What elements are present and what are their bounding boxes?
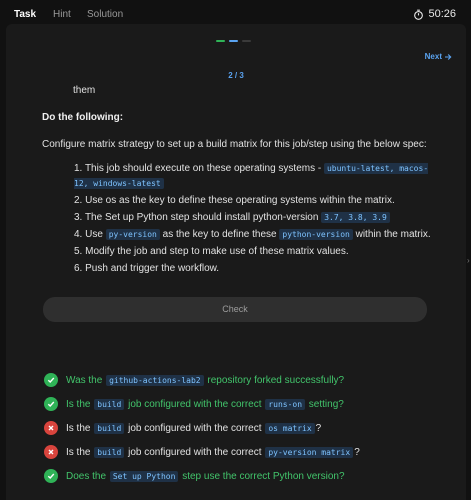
step-number: 4. [74, 229, 83, 240]
result-text: Does the Set up Python step use the corr… [66, 470, 345, 482]
result-row: Is the build job configured with the cor… [44, 392, 454, 416]
status-icon [44, 421, 58, 435]
step-text: Modify the job and step to make use of t… [85, 246, 349, 257]
tab-solution[interactable]: Solution [87, 9, 123, 20]
code-snippet: Set up Python [109, 470, 179, 482]
steps-list: 1. This job should execute on these oper… [74, 161, 442, 276]
result-row: Is the build job configured with the cor… [44, 416, 454, 440]
intro-text: Configure matrix strategy to set up a bu… [42, 139, 427, 150]
step-text: Push and trigger the workflow. [85, 263, 220, 274]
list-item: 2. Use os as the key to define these ope… [74, 193, 442, 208]
check-button[interactable]: Check [43, 297, 427, 322]
list-item: 5. Modify the job and step to make use o… [74, 244, 442, 259]
code-snippet: os matrix [265, 422, 315, 434]
close-icon [48, 449, 54, 455]
code-snippet: 3.7, 3.8, 3.9 [321, 212, 390, 223]
step-dots [216, 40, 251, 42]
tab-task[interactable]: Task [14, 9, 36, 20]
task-panel: Next 2 / 3 them Do the following: Config… [6, 24, 466, 500]
section-heading: Do the following: [42, 112, 124, 123]
resize-handle[interactable]: › [467, 256, 471, 266]
next-label: Next [424, 52, 442, 61]
code-snippet: py-version [105, 229, 160, 240]
code-snippet: python-version [279, 229, 353, 240]
code-snippet: runs-on [265, 398, 306, 410]
step-text: Use [85, 229, 106, 240]
result-row: Does the Set up Python step use the corr… [44, 464, 454, 488]
result-text: Is the build job configured with the cor… [66, 398, 344, 410]
checkmark-icon [47, 401, 55, 408]
result-text: Is the build job configured with the cor… [66, 446, 360, 458]
code-snippet: build [94, 398, 125, 410]
code-snippet: build [94, 422, 125, 434]
list-item: 3. The Set up Python step should install… [74, 210, 442, 225]
status-icon [44, 445, 58, 459]
result-row: Is the build job configured with the cor… [44, 440, 454, 464]
code-snippet: py-version matrix [265, 446, 354, 458]
step-text: The Set up Python step should install py… [84, 212, 322, 223]
step-number: 2. [74, 195, 83, 206]
text-fragment: them [73, 85, 96, 96]
task-content: them Do the following: Configure matrix … [42, 83, 442, 278]
step-number: 5. [74, 246, 83, 257]
close-icon [48, 425, 54, 431]
result-row: Was the github-actions-lab2 repository f… [44, 368, 454, 392]
step-number: 3. [74, 212, 83, 223]
arrow-right-icon [445, 53, 452, 60]
stopwatch-icon [414, 9, 424, 20]
step-text: This job should execute on these operati… [84, 163, 324, 174]
step-dot[interactable] [242, 40, 251, 42]
list-item: 1. This job should execute on these oper… [74, 161, 442, 191]
step-text: Use os as the key to define these operat… [85, 195, 395, 206]
step-text: as the key to define these [159, 229, 280, 240]
tab-hint[interactable]: Hint [53, 9, 71, 20]
list-item: 4. Use py-version as the key to define t… [74, 227, 442, 242]
list-item: 6. Push and trigger the workflow. [74, 261, 442, 276]
step-dot[interactable] [216, 40, 225, 42]
step-number: 1. [74, 163, 83, 174]
checkmark-icon [47, 473, 55, 480]
code-snippet: github-actions-lab2 [106, 374, 204, 386]
timer: 50:26 [413, 8, 456, 20]
timer-value: 50:26 [428, 8, 456, 20]
step-text: within the matrix. [352, 229, 431, 240]
result-text: Is the build job configured with the cor… [66, 422, 322, 434]
step-dot[interactable] [229, 40, 238, 42]
checkmark-icon [47, 377, 55, 384]
code-snippet: build [94, 446, 125, 458]
result-text: Was the github-actions-lab2 repository f… [66, 374, 345, 386]
page-indicator: 2 / 3 [228, 71, 244, 80]
next-button[interactable]: Next [425, 52, 452, 61]
status-icon [44, 397, 58, 411]
status-icon [44, 469, 58, 483]
step-number: 6. [74, 263, 83, 274]
check-results: Was the github-actions-lab2 repository f… [44, 368, 454, 488]
status-icon [44, 373, 58, 387]
